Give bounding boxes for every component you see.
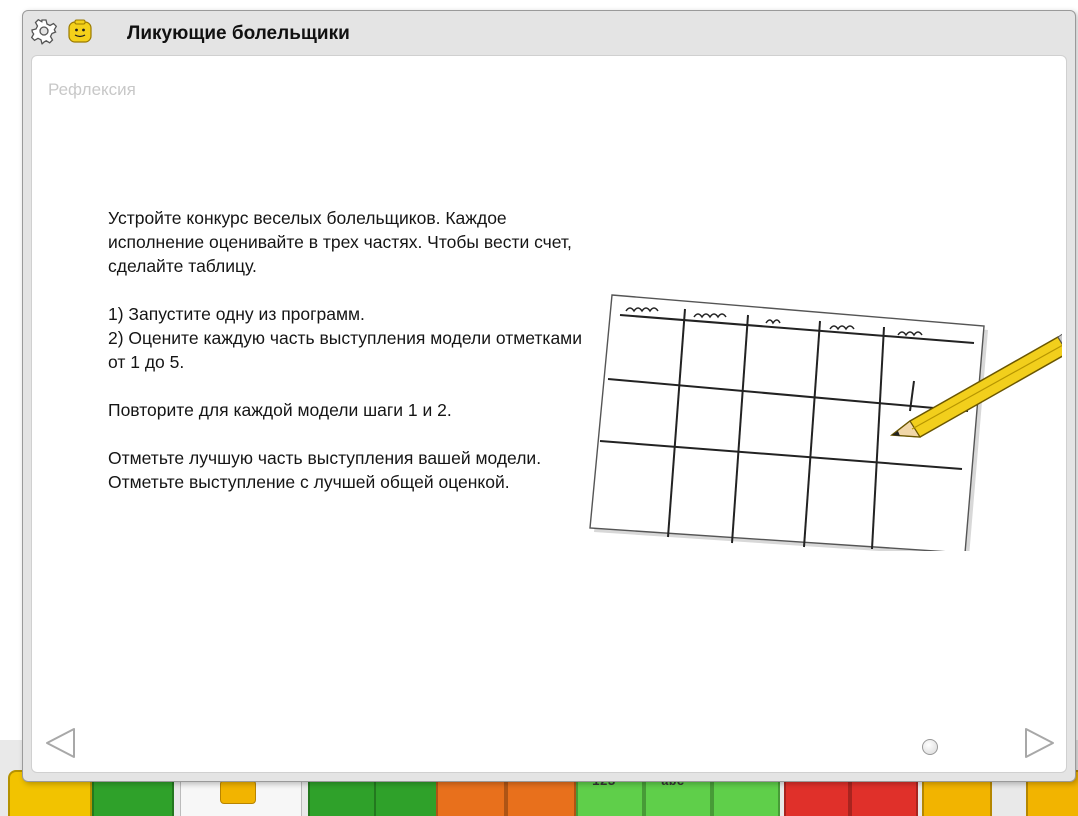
section-label: Рефлексия (48, 80, 136, 99)
face-icon[interactable] (67, 19, 93, 45)
activity-window: Ликующие болельщики Рефлексия Устройте к… (22, 10, 1076, 782)
page-indicator-dot[interactable] (922, 739, 938, 755)
step-2: 2) Оцените каждую часть выступления моде… (108, 328, 582, 372)
instruction-text: Устройте конкурс веселых болельщиков. Ка… (108, 206, 588, 494)
lego-brick-icon (220, 780, 256, 804)
arrow-right-icon[interactable] (1022, 726, 1056, 760)
title-bar: Ликующие болельщики (23, 11, 1073, 55)
content-panel: Рефлексия Устройте конкурс веселых болел… (31, 55, 1067, 773)
repeat-instruction: Повторите для каждой модели шаги 1 и 2. (108, 400, 452, 420)
intro-paragraph: Устройте конкурс веселых болельщиков. Ка… (108, 208, 572, 276)
best-overall-instruction: Отметьте выступление с лучшей общей оцен… (108, 472, 510, 492)
score-table-illustration (589, 294, 1062, 551)
step-1: 1) Запустите одну из программ. (108, 304, 365, 324)
arrow-left-icon[interactable] (44, 726, 78, 760)
best-part-instruction: Отметьте лучшую часть выступления вашей … (108, 448, 542, 468)
window-title: Ликующие болельщики (127, 23, 350, 44)
gear-icon[interactable] (31, 19, 57, 45)
